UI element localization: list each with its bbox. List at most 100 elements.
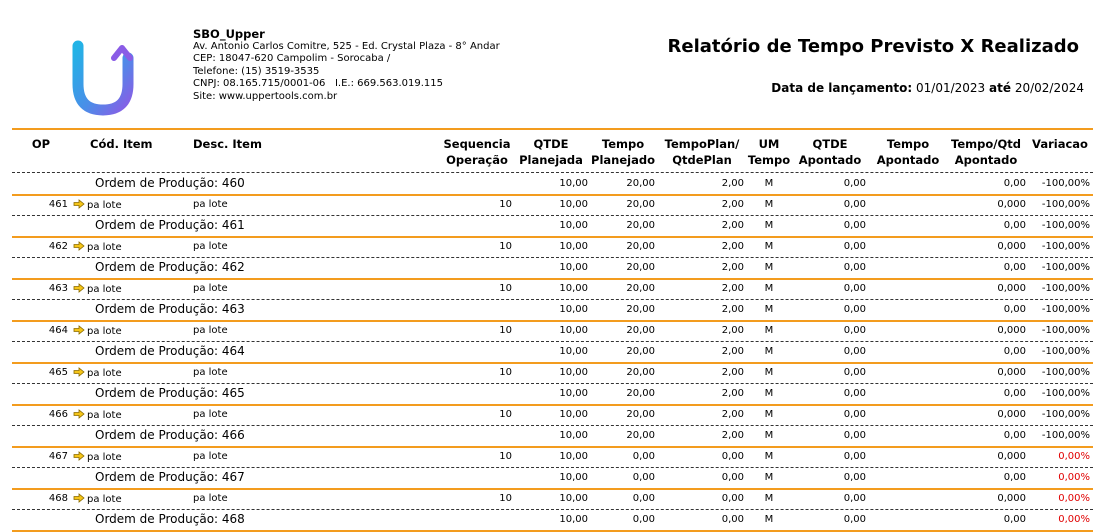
- item-code: pa lote: [73, 283, 122, 296]
- item-desc: pa lote: [193, 241, 228, 252]
- table-row: 461 pa lote pa lote 10 10,00 20,00 2,00 M 0,00 0,…: [0, 195, 1110, 215]
- tempo-planejado: 20,00: [626, 409, 655, 420]
- tempo-qtd-apontado: 0,00: [1003, 220, 1026, 231]
- table-row: 465 pa lote pa lote 10 10,00 20,00 2,00 M 0,00 0,…: [0, 363, 1110, 383]
- variacao: -100,00%: [1041, 430, 1090, 441]
- tempo-planejado: 0,00: [632, 451, 655, 462]
- op-number: 467: [48, 451, 68, 462]
- qtde-planejada: 10,00: [559, 451, 588, 462]
- tempoplan-qtdeplan: 2,00: [721, 262, 744, 273]
- qtde-apontado: 0,00: [843, 472, 866, 483]
- company-phone: Telefone: (15) 3519-3535: [193, 65, 320, 77]
- arrow-right-icon: [73, 241, 85, 251]
- um-tempo: M: [764, 283, 774, 294]
- um-tempo: M: [764, 409, 774, 420]
- op-number: 466: [48, 409, 68, 420]
- tempo-planejado: 20,00: [626, 388, 655, 399]
- um-tempo: M: [764, 346, 774, 357]
- item-code: pa lote: [73, 241, 122, 254]
- tempo-planejado: 20,00: [626, 220, 655, 231]
- qtde-planejada: 10,00: [559, 388, 588, 399]
- col-op: OP: [31, 137, 51, 151]
- tempoplan-qtdeplan: 2,00: [721, 388, 744, 399]
- order-label: Ordem de Produção: 468: [95, 512, 245, 526]
- sequencia: 10: [499, 241, 512, 252]
- tempo-planejado: 20,00: [626, 430, 655, 441]
- variacao: -100,00%: [1041, 325, 1090, 336]
- variacao: -100,00%: [1041, 262, 1090, 273]
- tempoplan-qtdeplan: 2,00: [721, 178, 744, 189]
- header-divider: [12, 128, 1093, 130]
- tempo-qtd-apontado: 0,000: [997, 493, 1026, 504]
- tempoplan-qtdeplan: 2,00: [721, 220, 744, 231]
- item-code: pa lote: [73, 325, 122, 338]
- tempoplan-qtdeplan: 2,00: [721, 199, 744, 210]
- qtde-planejada: 10,00: [559, 430, 588, 441]
- col-tempo-qtd-apontado: Tempo/Qtd Apontado: [951, 137, 1021, 167]
- tempo-qtd-apontado: 0,00: [1003, 388, 1026, 399]
- company-address: Av. Antonio Carlos Comitre, 525 - Ed. Cr…: [193, 40, 500, 52]
- arrow-right-icon: [73, 283, 85, 293]
- item-code-text: pa lote: [87, 326, 122, 337]
- item-code-text: pa lote: [87, 242, 122, 253]
- um-tempo: M: [764, 388, 774, 399]
- tempo-qtd-apontado: 0,00: [1003, 430, 1026, 441]
- variacao: 0,00%: [1058, 451, 1090, 462]
- arrow-right-icon: [73, 367, 85, 377]
- item-code-text: pa lote: [87, 200, 122, 211]
- table-row: 463 pa lote pa lote 10 10,00 20,00 2,00 M 0,00 0,…: [0, 279, 1110, 299]
- qtde-apontado: 0,00: [843, 367, 866, 378]
- qtde-planejada: 10,00: [559, 220, 588, 231]
- tempoplan-qtdeplan: 2,00: [721, 325, 744, 336]
- variacao: -100,00%: [1041, 388, 1090, 399]
- tempo-planejado: 20,00: [626, 241, 655, 252]
- qtde-planejada: 10,00: [559, 178, 588, 189]
- company-cep: CEP: 18047-620 Campolim - Sorocaba /: [193, 53, 391, 64]
- tempo-planejado: 20,00: [626, 283, 655, 294]
- op-number: 468: [48, 493, 68, 504]
- order-summary-row: Ordem de Produção: 468 10,00 0,00 0,00 M 0,00…: [0, 510, 1110, 530]
- tempo-planejado: 20,00: [626, 346, 655, 357]
- qtde-planejada: 10,00: [559, 304, 588, 315]
- order-summary-row: Ordem de Produção: 460 10,00 20,00 2,00 M 0,0…: [0, 174, 1110, 194]
- order-label: Ordem de Produção: 460: [95, 176, 245, 190]
- tempo-planejado: 0,00: [632, 472, 655, 483]
- tempo-qtd-apontado: 0,000: [997, 325, 1026, 336]
- order-summary-row: Ordem de Produção: 463 10,00 20,00 2,00 M 0,0…: [0, 300, 1110, 320]
- variacao: -100,00%: [1041, 409, 1090, 420]
- tempo-qtd-apontado: 0,00: [1003, 472, 1026, 483]
- qtde-apontado: 0,00: [843, 283, 866, 294]
- um-tempo: M: [764, 430, 774, 441]
- item-code-text: pa lote: [87, 452, 122, 463]
- arrow-right-icon: [73, 199, 85, 209]
- order-label: Ordem de Produção: 461: [95, 218, 245, 232]
- qtde-apontado: 0,00: [843, 241, 866, 252]
- qtde-apontado: 0,00: [843, 451, 866, 462]
- period-date-from: 01/01/2023: [916, 81, 986, 95]
- item-code-text: pa lote: [87, 494, 122, 505]
- item-code: pa lote: [73, 199, 122, 212]
- order-summary-row: Ordem de Produção: 462 10,00 20,00 2,00 M 0,0…: [0, 258, 1110, 278]
- sequencia: 10: [499, 367, 512, 378]
- company-cnpj: CNPJ: 08.165.715/0001-06: [193, 78, 326, 89]
- item-desc: pa lote: [193, 199, 228, 210]
- qtde-planejada: 10,00: [559, 325, 588, 336]
- tempoplan-qtdeplan: 2,00: [721, 346, 744, 357]
- table-row: 468 pa lote pa lote 10 10,00 0,00 0,00 M 0,00 0,0…: [0, 489, 1110, 509]
- um-tempo: M: [764, 304, 774, 315]
- col-tempo-apontado: Tempo Apontado: [876, 137, 940, 167]
- order-label: Ordem de Produção: 465: [95, 386, 245, 400]
- sequencia: 10: [499, 409, 512, 420]
- um-tempo: M: [764, 472, 774, 483]
- table-row: 467 pa lote pa lote 10 10,00 0,00 0,00 M 0,00 0,0…: [0, 447, 1110, 467]
- variacao: -100,00%: [1041, 283, 1090, 294]
- op-number: 462: [48, 241, 68, 252]
- tempo-qtd-apontado: 0,000: [997, 241, 1026, 252]
- item-desc: pa lote: [193, 367, 228, 378]
- um-tempo: M: [764, 220, 774, 231]
- sequencia: 10: [499, 451, 512, 462]
- item-code-text: pa lote: [87, 368, 122, 379]
- tempo-qtd-apontado: 0,000: [997, 409, 1026, 420]
- col-um-tempo: UM Tempo: [747, 137, 791, 167]
- arrow-right-icon: [73, 325, 85, 335]
